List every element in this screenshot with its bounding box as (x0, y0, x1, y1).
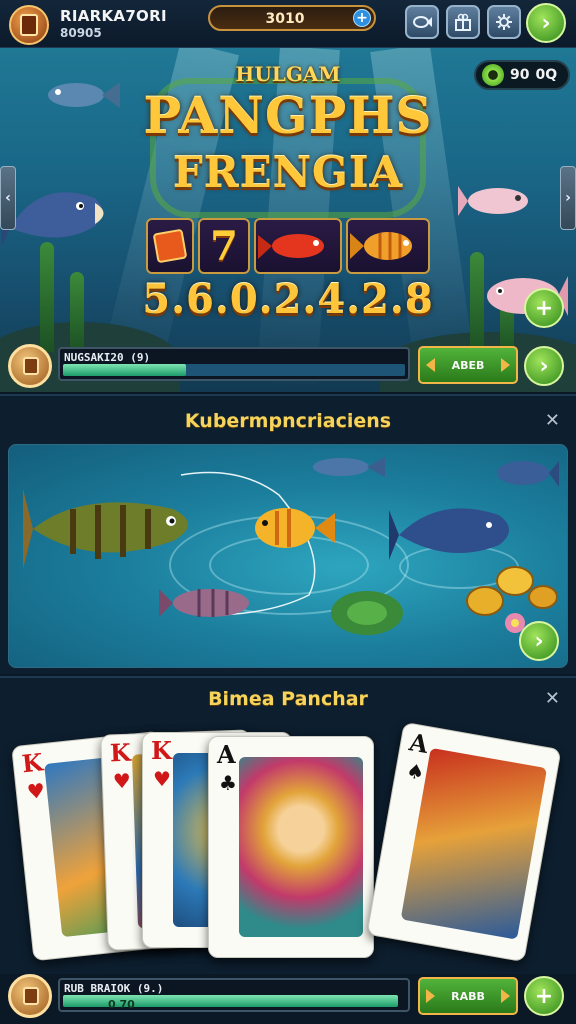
play-button-label: ABEB (451, 358, 485, 372)
section-title: Kubermpncriaciens (184, 410, 392, 432)
gem-suffix: 0Q (535, 67, 558, 83)
playing-card[interactable]: A ♠ (366, 721, 562, 963)
playing-card[interactable]: A ♣ (208, 736, 374, 958)
next-arrow-button[interactable]: › (560, 166, 576, 230)
card-fan: K ♥ K ♥ K ♥ A ♣ A ♠ (0, 714, 576, 972)
progress-sub-value: 0 70 (108, 998, 135, 1011)
next-button[interactable]: › (519, 621, 559, 661)
card-rank: K (109, 737, 132, 768)
avatar-icon (20, 14, 38, 36)
card-art (239, 757, 363, 937)
card-rank: A (217, 740, 236, 769)
badge-icon (23, 357, 39, 375)
hero-banner: HULGAM PANGPHS FRENGIA 7 5.6.0.2.4.2.8 ‹… (0, 48, 576, 392)
gold-fish-icon (350, 232, 412, 260)
gem-icon (482, 64, 504, 86)
progress-row: NUGSAKI20 (9) ABEB › (0, 342, 576, 392)
close-icon[interactable]: ✕ (545, 688, 560, 709)
close-icon[interactable]: ✕ (545, 410, 560, 431)
jackpot-value: 5.6.0.2.4.2.8 (142, 276, 434, 323)
card-suit: ♣ (219, 771, 237, 795)
reel-gold-fish (346, 218, 430, 274)
progress-label: NUGSAKI20 (9) (64, 351, 151, 364)
progress-track: RUB BRAIOK (9.) 0 70 (58, 978, 410, 1012)
level-badge[interactable] (8, 974, 52, 1018)
progress-track: NUGSAKI20 (9) (58, 347, 410, 381)
fishing-scene[interactable]: › (8, 444, 568, 668)
player-id: 80905 (60, 26, 102, 40)
card-suit: ♥ (25, 778, 47, 804)
blue-fish (497, 461, 559, 487)
card-suit: ♥ (112, 768, 132, 794)
prev-arrow-button[interactable]: ‹ (0, 166, 16, 230)
coin-value: 3010 (265, 11, 305, 27)
seven-symbol: 7 (210, 222, 238, 270)
dice-icon (152, 228, 188, 264)
play-button-label: RABB (451, 989, 485, 1003)
avatar[interactable] (9, 5, 49, 45)
left-triangle-icon (426, 358, 435, 372)
play-button[interactable]: RABB (418, 977, 518, 1015)
gem-value: 90 (510, 67, 530, 83)
gift-icon[interactable] (446, 5, 480, 39)
coin-balance[interactable]: 3010 + (208, 5, 376, 31)
top-bar: RIARKA7ORI 80905 3010 + › (0, 0, 576, 48)
card-rank: K (151, 736, 172, 765)
card-suit: ♠ (404, 758, 427, 785)
gold-fish (255, 508, 335, 548)
reel-dice (146, 218, 194, 274)
progress-row: RUB BRAIOK (9.) 0 70 RABB + (0, 972, 576, 1022)
go-icon[interactable]: › (526, 3, 566, 43)
card-suit: ♥ (153, 767, 171, 791)
fish-icon[interactable] (405, 5, 439, 39)
title-main: PANGPHS (143, 86, 433, 145)
badge-icon (23, 987, 39, 1005)
right-triangle-icon (500, 358, 510, 372)
add-coins-button[interactable]: + (353, 9, 371, 27)
card-rank: A (407, 727, 431, 760)
gem-balance[interactable]: 90 0Q (474, 60, 570, 90)
right-triangle-icon (500, 989, 510, 1003)
card-rank: K (20, 747, 45, 779)
game-screen: RIARKA7ORI 80905 3010 + › HULGAM PANGPHS… (0, 0, 576, 1024)
progress-label: RUB BRAIOK (9.) (64, 982, 164, 995)
go-icon[interactable]: › (524, 346, 564, 386)
red-fish-icon (258, 234, 324, 259)
settings-icon[interactable] (487, 5, 521, 39)
add-button[interactable]: + (524, 976, 564, 1016)
player-name: RIARKA7ORI (60, 7, 167, 25)
small-blue-fish (313, 457, 385, 477)
title-sub: FRENGIA (172, 148, 404, 197)
progress-fill (63, 364, 186, 376)
reel-seven: 7 (198, 218, 250, 274)
add-button[interactable]: + (524, 288, 564, 328)
reel-red-fish (254, 218, 342, 274)
level-badge[interactable] (8, 344, 52, 388)
striped-fish (159, 589, 249, 617)
play-button[interactable]: ABEB (418, 346, 518, 384)
right-triangle-icon (426, 989, 435, 1003)
section-title: Bimea Panchar (208, 688, 368, 710)
lilypad (331, 591, 403, 635)
